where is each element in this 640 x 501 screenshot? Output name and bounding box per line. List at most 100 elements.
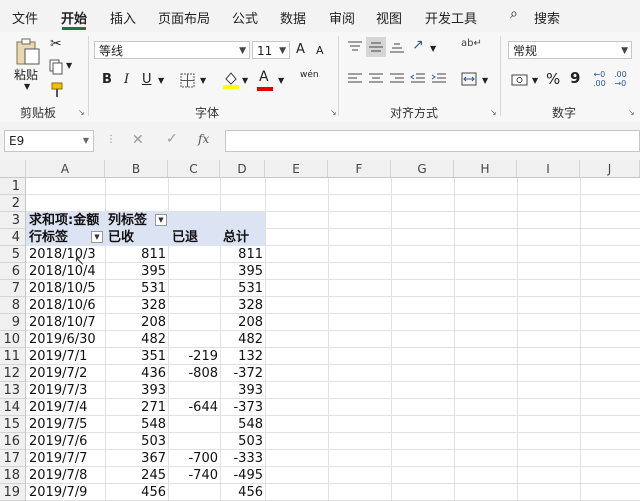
pivot-received-value[interactable]: 456 <box>105 484 166 501</box>
decrease-indent-icon[interactable] <box>410 72 426 86</box>
pivot-received-value[interactable]: 395 <box>105 263 166 280</box>
align-bottom-icon[interactable] <box>389 40 405 54</box>
pivot-total-value[interactable]: -372 <box>220 365 263 382</box>
row-header[interactable]: 10 <box>0 331 25 348</box>
align-top-icon[interactable] <box>347 40 363 54</box>
row-header[interactable]: 6 <box>0 263 25 280</box>
pivot-row-label[interactable]: 2019/7/1 <box>29 348 105 365</box>
pivot-received-value[interactable]: 351 <box>105 348 166 365</box>
column-header-h[interactable]: H <box>454 160 517 177</box>
row-header[interactable]: 14 <box>0 399 25 416</box>
cut-icon[interactable]: ✂ <box>50 36 62 52</box>
phonetic-guide-icon[interactable]: wén <box>300 70 319 80</box>
pivot-row-labels[interactable]: 行标签 <box>29 229 68 246</box>
column-header-a[interactable]: A <box>26 160 105 177</box>
column-header-g[interactable]: G <box>391 160 454 177</box>
clipboard-launcher-icon[interactable]: ↘ <box>78 108 85 117</box>
row-header[interactable]: 17 <box>0 450 25 467</box>
pivot-column-labels[interactable]: 列标签 <box>108 212 147 229</box>
pivot-received-value[interactable]: 245 <box>105 467 166 484</box>
grow-font-icon[interactable]: A <box>296 42 305 57</box>
pivot-received-value[interactable]: 436 <box>105 365 166 382</box>
column-header-i[interactable]: I <box>517 160 580 177</box>
column-header-b[interactable]: B <box>105 160 168 177</box>
pivot-values-header[interactable]: 求和项:金额 <box>29 212 99 229</box>
tab-formulas[interactable]: 公式 <box>232 8 258 27</box>
italic-button[interactable]: I <box>124 72 129 87</box>
font-size-dropdown[interactable]: 11 ▼ <box>252 41 290 59</box>
align-left-icon[interactable] <box>347 72 363 86</box>
align-center-icon[interactable] <box>368 72 384 86</box>
fill-color-dropdown-icon[interactable]: ▼ <box>242 76 248 85</box>
increase-decimal-icon[interactable]: ←0.00 <box>593 70 606 88</box>
row-header[interactable]: 8 <box>0 297 25 314</box>
insert-function-icon[interactable]: fx <box>198 132 209 146</box>
pivot-total-value[interactable]: 548 <box>220 416 263 433</box>
tab-developer[interactable]: 开发工具 <box>425 8 477 27</box>
row-header[interactable]: 18 <box>0 467 25 484</box>
percent-style-button[interactable]: % <box>546 70 560 88</box>
format-painter-icon[interactable] <box>48 82 64 98</box>
pivot-received-value[interactable]: 208 <box>105 314 166 331</box>
enter-icon[interactable]: ✓ <box>166 131 178 147</box>
pivot-returned-value[interactable] <box>168 314 218 331</box>
column-header-e[interactable]: E <box>265 160 328 177</box>
pivot-returned-value[interactable] <box>168 416 218 433</box>
pivot-total-value[interactable]: 395 <box>220 263 263 280</box>
pivot-row-label[interactable]: 2019/7/3 <box>29 382 105 399</box>
pivot-row-label[interactable]: 2019/7/2 <box>29 365 105 382</box>
pivot-returned-value[interactable]: -808 <box>168 365 218 382</box>
pivot-col-header-total[interactable]: 总计 <box>223 229 249 246</box>
pivot-received-value[interactable]: 393 <box>105 382 166 399</box>
accounting-dropdown-icon[interactable]: ▼ <box>532 76 538 85</box>
pivot-received-value[interactable]: 503 <box>105 433 166 450</box>
merge-center-icon[interactable] <box>461 72 477 86</box>
accounting-format-icon[interactable] <box>511 72 529 88</box>
pivot-total-value[interactable]: 811 <box>220 246 263 263</box>
pivot-row-label[interactable]: 2019/7/6 <box>29 433 105 450</box>
pivot-received-value[interactable]: 271 <box>105 399 166 416</box>
formula-input[interactable] <box>225 130 640 152</box>
wrap-text-icon[interactable]: ab↵ <box>461 38 482 49</box>
pivot-returned-value[interactable]: -644 <box>168 399 218 416</box>
row-header[interactable]: 1 <box>0 178 25 195</box>
number-format-dropdown[interactable]: 常规 ▼ <box>508 41 632 59</box>
pivot-row-label[interactable]: 2018/10/4 <box>29 263 105 280</box>
worksheet-grid[interactable]: 求和项:金额 列标签 ▼ 行标签 ▼ 已收 已退 总计 2018/10/3 811… <box>26 178 640 501</box>
font-color-button[interactable]: A <box>259 69 269 85</box>
row-header[interactable]: 12 <box>0 365 25 382</box>
pivot-row-label[interactable]: 2019/7/9 <box>29 484 105 501</box>
pivot-row-label[interactable]: 2019/6/30 <box>29 331 105 348</box>
pivot-row-label[interactable]: 2019/7/5 <box>29 416 105 433</box>
column-header-c[interactable]: C <box>168 160 220 177</box>
pivot-received-value[interactable]: 548 <box>105 416 166 433</box>
row-header[interactable]: 4 <box>0 229 25 246</box>
row-header[interactable]: 9 <box>0 314 25 331</box>
more-options-icon[interactable]: ⋮ <box>106 134 116 145</box>
pivot-returned-value[interactable]: -700 <box>168 450 218 467</box>
underline-button[interactable]: U <box>142 72 152 87</box>
tab-review[interactable]: 审阅 <box>329 8 355 27</box>
row-header[interactable]: 13 <box>0 382 25 399</box>
underline-dropdown-icon[interactable]: ▼ <box>158 76 164 85</box>
pivot-returned-value[interactable]: -740 <box>168 467 218 484</box>
pivot-total-value[interactable]: -495 <box>220 467 263 484</box>
copy-dropdown-icon[interactable]: ▼ <box>66 61 72 70</box>
orientation-dropdown-icon[interactable]: ▼ <box>430 44 436 53</box>
row-header[interactable]: 15 <box>0 416 25 433</box>
borders-dropdown-icon[interactable]: ▼ <box>200 76 206 85</box>
pivot-received-value[interactable]: 482 <box>105 331 166 348</box>
shrink-font-icon[interactable]: A <box>316 44 324 57</box>
pivot-col-header-returned[interactable]: 已退 <box>172 229 198 246</box>
bold-button[interactable]: B <box>102 72 112 87</box>
search-label[interactable]: 搜索 <box>534 8 560 27</box>
copy-icon[interactable] <box>48 59 64 75</box>
pivot-total-value[interactable]: -373 <box>220 399 263 416</box>
tab-insert[interactable]: 插入 <box>110 8 136 27</box>
select-all-corner[interactable] <box>0 160 26 177</box>
pivot-returned-value[interactable] <box>168 263 218 280</box>
pivot-col-header-received[interactable]: 已收 <box>108 229 134 246</box>
increase-indent-icon[interactable] <box>431 72 447 86</box>
tab-home[interactable]: 开始 <box>61 8 87 27</box>
pivot-row-label[interactable]: 2019/7/4 <box>29 399 105 416</box>
